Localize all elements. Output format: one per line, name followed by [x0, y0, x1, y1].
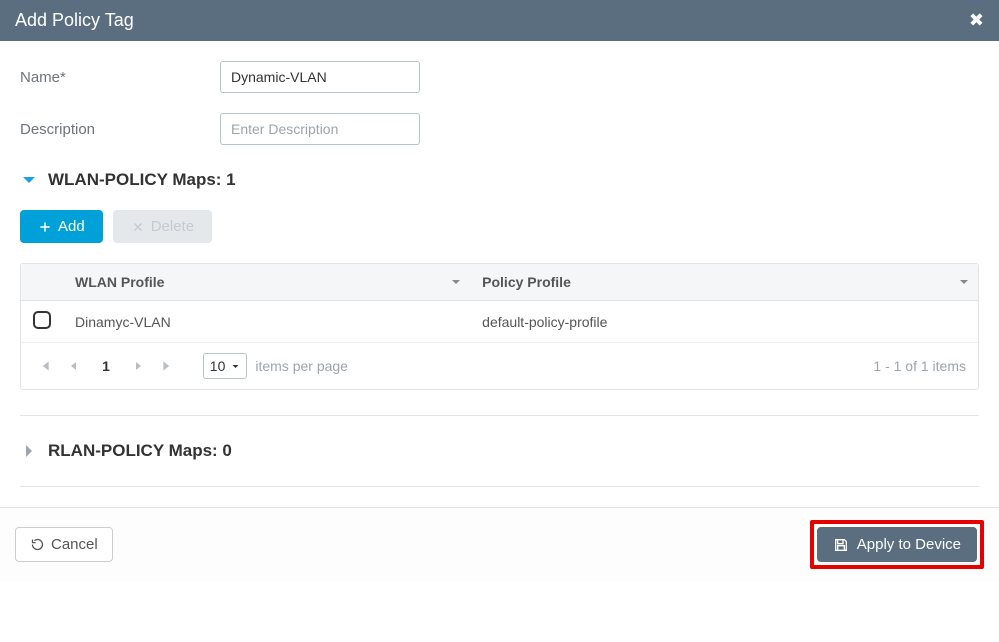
- delete-button-label: Delete: [151, 218, 194, 235]
- pager-perpage-select[interactable]: 10: [203, 353, 248, 379]
- x-icon: [131, 220, 145, 234]
- table-row[interactable]: Dinamyc-VLAN default-policy-profile: [21, 301, 978, 343]
- description-label: Description: [20, 121, 220, 138]
- wlan-policy-table: WLAN Profile Policy Profile: [20, 263, 979, 390]
- plus-icon: [38, 220, 52, 234]
- undo-icon: [30, 537, 45, 552]
- rlan-policy-section-title: RLAN-POLICY Maps: 0: [48, 441, 232, 461]
- chevron-down-icon[interactable]: [958, 276, 970, 288]
- table-header-wlan-profile[interactable]: WLAN Profile: [63, 264, 470, 301]
- add-button[interactable]: Add: [20, 210, 103, 243]
- pager-page-input[interactable]: [91, 358, 121, 374]
- table-header-policy-profile[interactable]: Policy Profile: [470, 264, 978, 301]
- cancel-button-label: Cancel: [51, 536, 98, 553]
- divider: [20, 415, 979, 416]
- caret-down-icon: [231, 362, 240, 371]
- pager-perpage-label: items per page: [255, 358, 348, 374]
- chevron-down-icon: [20, 171, 48, 189]
- wlan-policy-section-header[interactable]: WLAN-POLICY Maps: 1: [20, 170, 979, 190]
- modal-title: Add Policy Tag: [15, 10, 134, 31]
- chevron-down-icon[interactable]: [450, 276, 462, 288]
- delete-button: Delete: [113, 210, 212, 243]
- table-header-label: Policy Profile: [482, 274, 571, 290]
- table-pager: 10 items per page 1 - 1 of 1 items: [21, 342, 978, 389]
- apply-highlight: Apply to Device: [810, 520, 984, 569]
- rlan-policy-section-header[interactable]: RLAN-POLICY Maps: 0: [20, 441, 979, 461]
- description-input[interactable]: [220, 113, 420, 145]
- divider: [20, 486, 979, 487]
- pager-first-icon[interactable]: [33, 359, 55, 373]
- pager-info: 1 - 1 of 1 items: [873, 358, 966, 374]
- table-header-label: WLAN Profile: [75, 274, 164, 290]
- pager-prev-icon[interactable]: [63, 360, 83, 372]
- apply-to-device-button[interactable]: Apply to Device: [817, 527, 977, 562]
- cell-policy-profile: default-policy-profile: [470, 301, 978, 343]
- close-icon[interactable]: ✖: [969, 10, 984, 31]
- cancel-button[interactable]: Cancel: [15, 527, 113, 562]
- chevron-right-icon: [20, 442, 48, 460]
- pager-perpage-value: 10: [210, 358, 226, 374]
- pager-last-icon[interactable]: [157, 359, 179, 373]
- row-checkbox[interactable]: [33, 311, 51, 329]
- cell-wlan-profile: Dinamyc-VLAN: [63, 301, 470, 343]
- add-button-label: Add: [58, 218, 85, 235]
- name-input[interactable]: [220, 61, 420, 93]
- name-label: Name*: [20, 69, 220, 86]
- table-header-checkbox: [21, 264, 63, 301]
- pager-next-icon[interactable]: [129, 360, 149, 372]
- apply-button-label: Apply to Device: [857, 536, 961, 553]
- wlan-policy-section-title: WLAN-POLICY Maps: 1: [48, 170, 236, 190]
- save-icon: [833, 537, 849, 553]
